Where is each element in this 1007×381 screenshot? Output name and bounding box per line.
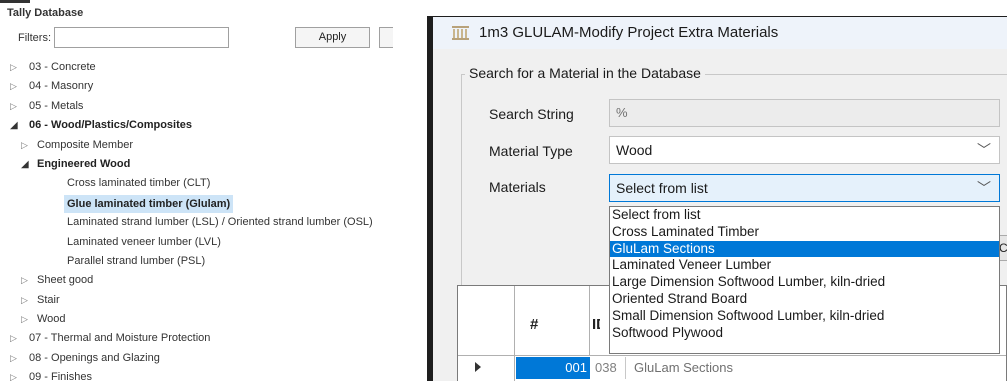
tree-item-label: 05 - Metals <box>29 99 84 112</box>
row-id-cell[interactable]: 038 <box>595 357 617 379</box>
tree-item-label: Cross laminated timber (CLT) <box>67 177 211 190</box>
tree-item-label: 07 - Thermal and Moisture Protection <box>29 332 211 345</box>
modify-materials-dialog: 1m3 GLULAM-Modify Project Extra Material… <box>427 16 1007 381</box>
collapsed-arrow-icon[interactable]: ▷ <box>21 136 28 155</box>
filter-row: Filters: Apply <box>0 22 393 52</box>
collapsed-arrow-icon[interactable]: ▷ <box>10 97 17 116</box>
tree-item-label: 04 - Masonry <box>29 80 94 93</box>
row-pointer-icon <box>475 362 481 372</box>
tree-item-label: 06 - Wood/Plastics/Composites <box>29 119 193 132</box>
dropdown-option[interactable]: Small Dimension Softwood Lumber, kiln-dr… <box>610 308 999 325</box>
tree-item[interactable]: ◢ Engineered Wood <box>0 155 393 174</box>
tree-item-label: 08 - Openings and Glazing <box>29 351 160 364</box>
materials-dropdown-list[interactable]: Select from list Cross Laminated Timber Gl… <box>609 206 1000 354</box>
row-material-cell[interactable]: GluLam Sections <box>634 357 733 379</box>
tree-item[interactable]: Cross laminated timber (CLT) <box>0 174 393 193</box>
collapsed-arrow-icon[interactable]: ▷ <box>21 310 28 329</box>
apply-button[interactable]: Apply <box>295 27 370 48</box>
tree-item-label: 09 - Finishes <box>29 371 92 381</box>
building-icon <box>452 26 469 40</box>
dialog-title-bar: 1m3 GLULAM-Modify Project Extra Material… <box>433 17 1007 49</box>
tree-item[interactable]: ▷ 09 - Finishes <box>0 368 393 381</box>
tree-item[interactable]: ▷ 05 - Metals <box>0 97 393 116</box>
expanded-arrow-icon[interactable]: ◢ <box>21 155 29 174</box>
collapsed-arrow-icon[interactable]: ▷ <box>10 58 17 77</box>
group-border-left <box>461 74 462 319</box>
tree-item-label: Sheet good <box>37 274 94 287</box>
materials-select[interactable]: Select from list ﹀ <box>609 174 1000 202</box>
dropdown-option[interactable]: Large Dimension Softwood Lumber, kiln-dr… <box>610 274 999 291</box>
material-tree: ▷ 03 - Concrete ▷ 04 - Masonry ▷ 05 - Metals ◢… <box>0 58 393 381</box>
materials-value: Select from list <box>616 180 708 196</box>
collapsed-arrow-icon[interactable]: ▷ <box>10 368 17 381</box>
tree-item[interactable]: Laminated strand lumber (LSL) / Oriented… <box>0 213 393 232</box>
chevron-down-icon[interactable]: ﹀ <box>977 137 991 163</box>
tree-item[interactable]: ▷ Stair <box>0 291 393 310</box>
tree-item-label: Laminated veneer lumber (LVL) <box>67 235 221 248</box>
tree-item-label: 03 - Concrete <box>29 61 96 73</box>
collapsed-arrow-icon[interactable]: ▷ <box>21 271 28 290</box>
dropdown-option[interactable]: Cross Laminated Timber <box>610 224 999 241</box>
tree-item-label: Laminated strand lumber (LSL) / Oriented… <box>67 216 373 229</box>
clear-button-partial[interactable] <box>379 27 393 48</box>
grid-column-separator <box>589 286 590 356</box>
tree-item[interactable]: Parallel strand lumber (PSL) <box>0 252 393 271</box>
collapsed-arrow-icon[interactable]: ▷ <box>21 291 28 310</box>
tree-item[interactable]: ▷ 04 - Masonry <box>0 77 393 96</box>
tree-item-label: Wood <box>37 313 66 326</box>
cell-separator <box>625 357 626 379</box>
collapsed-arrow-icon[interactable]: ▷ <box>10 77 17 96</box>
tree-item[interactable]: ▷ Wood <box>0 310 393 329</box>
top-edge-mark <box>0 0 30 3</box>
search-group-title: Search for a Material in the Database <box>465 65 705 81</box>
dropdown-option[interactable]: Select from list <box>610 207 999 224</box>
collapsed-arrow-icon[interactable]: ▷ <box>10 349 17 368</box>
grid-header-id[interactable]: ID <box>592 316 600 333</box>
tree-item-label: Glue laminated timber (Glulam) <box>64 194 234 213</box>
tally-database-panel: Tally Database Filters: Apply ▷ 03 - Conc… <box>0 0 393 381</box>
panel-title: Tally Database <box>7 7 84 19</box>
dropdown-option[interactable]: Softwood Plywood <box>610 325 999 342</box>
dropdown-option[interactable]: GluLam Sections <box>610 240 999 258</box>
dialog-title: 1m3 GLULAM-Modify Project Extra Material… <box>479 24 779 41</box>
dropdown-option[interactable]: Laminated Veneer Lumber <box>610 257 999 274</box>
table-row[interactable]: 001 038 GluLam Sections <box>458 357 1006 379</box>
tree-item[interactable]: ▷ Sheet good <box>0 271 393 290</box>
filters-label: Filters: <box>18 32 51 44</box>
tree-item-label: Composite Member <box>37 138 133 151</box>
dropdown-option[interactable]: Oriented Strand Board <box>610 291 999 308</box>
tree-item[interactable]: ◢ 06 - Wood/Plastics/Composites <box>0 116 393 135</box>
panel-gap <box>393 0 427 381</box>
tree-item-label: Stair <box>37 293 60 306</box>
collapsed-arrow-icon[interactable]: ▷ <box>10 329 17 348</box>
row-number-cell[interactable]: 001 <box>516 357 590 379</box>
tree-item[interactable]: ▷ Composite Member <box>0 136 393 155</box>
tree-item[interactable]: Laminated veneer lumber (LVL) <box>0 233 393 252</box>
material-type-value: Wood <box>616 142 653 158</box>
expanded-arrow-icon[interactable]: ◢ <box>10 116 18 135</box>
tree-item-label: Parallel strand lumber (PSL) <box>67 254 206 267</box>
search-string-field[interactable]: % <box>609 99 1000 127</box>
chevron-down-icon[interactable]: ﹀ <box>977 175 991 201</box>
tree-item[interactable]: ▷ 07 - Thermal and Moisture Protection <box>0 329 393 348</box>
tree-item[interactable]: Glue laminated timber (Glulam) <box>0 194 393 213</box>
material-type-label: Material Type <box>489 143 573 159</box>
grid-header-number[interactable]: # <box>530 316 538 333</box>
tree-item[interactable]: ▷ 08 - Openings and Glazing <box>0 349 393 368</box>
tree-item[interactable]: ▷ 03 - Concrete <box>0 58 393 77</box>
filters-input[interactable] <box>54 27 229 48</box>
search-string-label: Search String <box>489 106 574 122</box>
material-type-select[interactable]: Wood ﹀ <box>609 136 1000 164</box>
tree-item-label: Engineered Wood <box>37 157 131 170</box>
materials-label: Materials <box>489 179 546 195</box>
